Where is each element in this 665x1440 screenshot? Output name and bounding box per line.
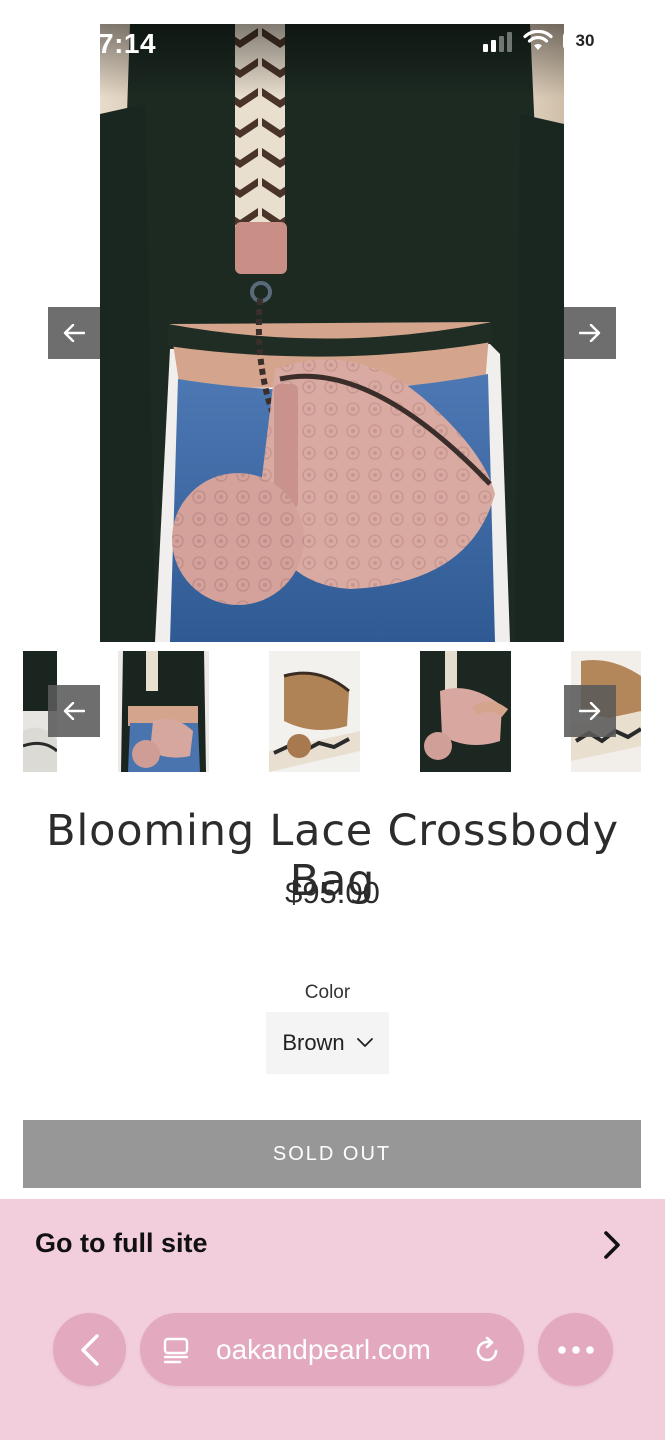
battery-indicator: 30 <box>563 30 612 52</box>
arrow-right-icon <box>579 702 601 720</box>
thumbnail-4[interactable] <box>420 651 511 772</box>
chevron-left-icon <box>80 1333 99 1366</box>
status-icons: 30 <box>483 30 612 52</box>
wifi-icon <box>523 30 553 50</box>
battery-level: 30 <box>575 31 595 50</box>
arrow-left-icon <box>63 702 85 720</box>
color-select-value: Brown <box>282 1030 345 1055</box>
chevron-down-icon <box>356 1038 373 1047</box>
arrow-left-icon <box>63 324 85 342</box>
browser-more-button[interactable] <box>538 1313 613 1386</box>
go-to-full-site-link[interactable]: Go to full site <box>35 1228 208 1259</box>
chevron-right-icon[interactable] <box>600 1230 626 1260</box>
color-option-label: Color <box>304 982 351 1003</box>
color-select[interactable]: Brown <box>266 1012 389 1074</box>
browser-back-button[interactable] <box>53 1313 126 1386</box>
tab-layout-icon[interactable] <box>162 1336 190 1364</box>
product-price: $95.00 <box>285 875 380 910</box>
arrow-right-icon <box>579 324 601 342</box>
thumbnail-3[interactable] <box>269 651 360 772</box>
thumbnails-next-button[interactable] <box>564 685 616 737</box>
sold-out-button[interactable]: SOLD OUT <box>23 1120 641 1188</box>
status-time: 7:14 <box>98 28 157 59</box>
thumbnails-prev-button[interactable] <box>48 685 100 737</box>
url-text: oakandpearl.com <box>216 1334 431 1365</box>
status-bar: 7:14 30 <box>0 0 665 90</box>
image-next-button[interactable] <box>564 307 616 359</box>
reload-icon[interactable] <box>474 1335 502 1365</box>
cellular-signal-icon <box>483 30 513 52</box>
address-bar[interactable]: oakandpearl.com <box>140 1313 524 1386</box>
product-main-image <box>100 24 564 642</box>
image-prev-button[interactable] <box>48 307 100 359</box>
product-photo <box>100 24 564 642</box>
more-dots-icon <box>557 1345 594 1354</box>
thumbnail-2[interactable] <box>118 651 209 772</box>
